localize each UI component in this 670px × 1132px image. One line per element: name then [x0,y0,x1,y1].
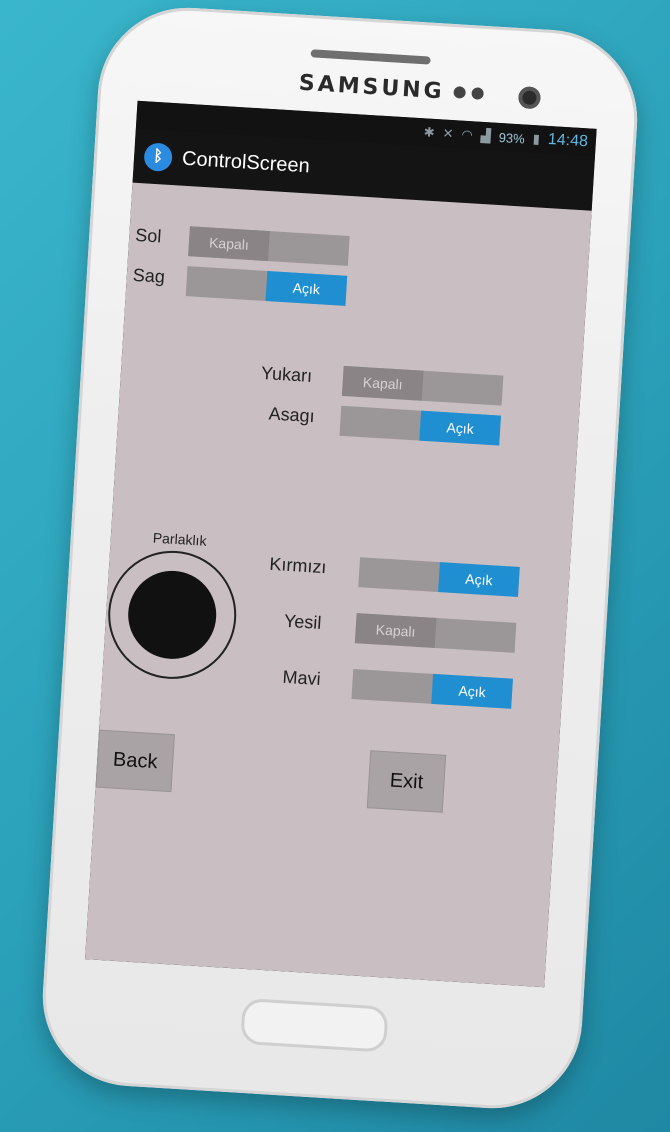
wifi-icon: ◠ [461,126,474,143]
battery-icon: ▮ [532,130,541,147]
sag-label: Sag [132,264,166,287]
mute-icon: ✕ [442,125,454,142]
brand-logo: SAMSUNG [298,70,446,105]
phone-body: SAMSUNG ✱ ✕ ◠ ▟ 93% ▮ 14:48 ᛒ ControlScr… [37,2,643,1114]
sensor-dot [453,86,467,99]
sol-switch[interactable]: Kapalı [188,226,350,266]
yesil-label: Yesil [283,610,322,633]
sag-switch[interactable]: Açık [185,266,348,306]
clock: 14:48 [547,130,589,151]
control-panel: Sol Kapalı Sag Açık Yukarı Kapalı Asagı … [85,182,592,988]
mavi-switch-thumb: Açık [431,673,513,709]
kirmizi-switch[interactable]: Açık [358,557,520,597]
bluetooth-icon: ᛒ [143,142,173,172]
asagi-label: Asagı [268,403,316,427]
earpiece-speaker [310,49,431,65]
home-button[interactable] [240,997,389,1053]
kirmizi-switch-thumb: Açık [438,562,520,597]
yukari-label: Yukarı [260,362,313,386]
sag-switch-thumb: Açık [265,271,348,306]
photo-scene: SAMSUNG ✱ ✕ ◠ ▟ 93% ▮ 14:48 ᛒ ControlScr… [0,0,670,1132]
yukari-switch-thumb: Kapalı [341,365,424,401]
asagi-switch-thumb: Açık [419,410,501,446]
mavi-label: Mavi [282,666,322,690]
exit-button[interactable]: Exit [366,750,447,813]
sol-switch-thumb: Kapalı [188,226,270,262]
asagi-switch[interactable]: Açık [339,405,501,446]
battery-percent: 93% [498,129,526,146]
bluetooth-status-icon: ✱ [423,124,436,140]
back-button[interactable]: Back [95,729,175,793]
sol-label: Sol [134,224,162,247]
front-camera [517,86,542,110]
phone-screen: ✱ ✕ ◠ ▟ 93% ▮ 14:48 ᛒ ControlScreen Sol … [85,100,597,988]
yesil-switch[interactable]: Kapalı [354,613,517,653]
app-title: ControlScreen [181,147,311,177]
brightness-label: Parlaklık [152,529,207,549]
sensor-dot [471,87,484,100]
yukari-switch[interactable]: Kapalı [341,365,504,406]
signal-icon: ▟ [480,127,492,144]
mavi-switch[interactable]: Açık [351,669,513,709]
knob-ring [104,547,241,683]
kirmizi-label: Kırmızı [268,553,328,578]
yesil-switch-thumb: Kapalı [354,613,437,648]
brightness-knob[interactable]: Parlaklık [103,527,245,705]
knob-center [125,568,219,662]
